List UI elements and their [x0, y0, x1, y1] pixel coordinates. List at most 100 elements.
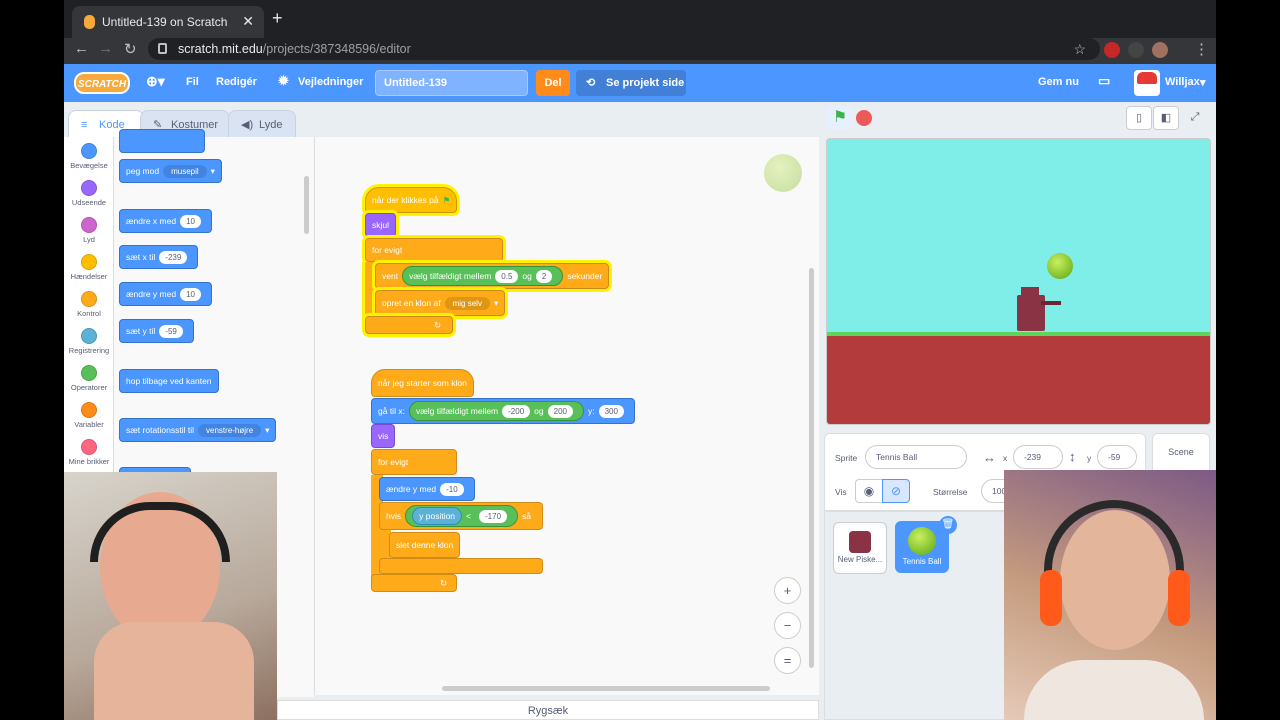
show-eye-icon[interactable]: ◉ [855, 479, 883, 503]
block-dropdown[interactable]: mig selv [444, 296, 490, 310]
wait-block[interactable]: vent vælg tilfældigt mellem 0.5 og 2 sekund… [375, 263, 610, 289]
y-position-reporter[interactable]: y position [412, 507, 463, 525]
block-dropdown[interactable]: venstre-højre [198, 423, 262, 437]
folder-icon[interactable]: ▭ [1098, 73, 1110, 89]
menu-file[interactable]: Fil [186, 76, 199, 88]
category-looks[interactable]: Udseende [64, 180, 114, 207]
tab-sounds[interactable]: ◀) Lyde [228, 110, 296, 138]
trash-icon[interactable]: 🗑 [939, 516, 957, 534]
scratch-logo[interactable]: SCRATCH [74, 72, 130, 94]
user-avatar[interactable] [1134, 70, 1160, 96]
bookmark-star-icon[interactable]: ☆ [1073, 38, 1086, 60]
fullscreen-icon[interactable]: ⤢ [1182, 106, 1208, 130]
palette-rotation-style[interactable]: sæt rotationsstil til venstre-højre ▾ [119, 418, 277, 442]
less-than-block[interactable]: y position < -170 [405, 505, 519, 527]
backpack-bar[interactable]: Rygsæk [277, 700, 819, 720]
share-button[interactable]: Del [536, 70, 570, 96]
block-input[interactable]: 0.5 [495, 269, 519, 283]
project-title-input[interactable]: Untitled-139 [375, 70, 528, 96]
category-dot [81, 254, 97, 270]
category-sound[interactable]: Lyd [64, 217, 114, 244]
extension-icon[interactable] [1128, 42, 1144, 58]
palette-set-x[interactable]: sæt x til -239 [119, 245, 199, 269]
block-label: slet denne klon [396, 540, 454, 550]
reload-icon[interactable]: ↻ [124, 40, 137, 58]
green-flag-button[interactable]: ⚑ [828, 106, 852, 130]
change-y-block[interactable]: ændre y med -10 [379, 477, 475, 501]
category-control[interactable]: Kontrol [64, 291, 114, 318]
sprite-name-field[interactable]: Tennis Ball [865, 445, 967, 469]
globe-icon[interactable]: ⊕▾ [146, 73, 165, 90]
category-operators[interactable]: Operatorer [64, 365, 114, 392]
x-position-field[interactable]: -239 [1013, 445, 1063, 469]
palette-block-partial[interactable] [119, 129, 205, 153]
menu-tutorials[interactable]: Vejledninger [298, 76, 363, 88]
random-block[interactable]: vælg tilfældigt mellem 0.5 og 2 [402, 266, 564, 286]
random-block[interactable]: vælg tilfældigt mellem -200 og 200 [408, 401, 584, 421]
category-variables[interactable]: Variabler [64, 402, 114, 429]
small-stage-button[interactable]: ▯ [1126, 106, 1152, 130]
back-arrow-icon[interactable]: ← [74, 40, 89, 57]
palette-bounce[interactable]: hop tilbage ved kanten [119, 369, 219, 393]
browser-menu-icon[interactable]: ⋮ [1194, 40, 1209, 58]
palette-scrollbar[interactable] [304, 176, 309, 234]
stop-button[interactable] [856, 110, 872, 126]
workspace-v-scrollbar[interactable] [809, 268, 814, 668]
block-dropdown[interactable]: musepil [163, 164, 207, 178]
palette-change-y[interactable]: ændre y med 10 [119, 282, 212, 306]
palette-point-towards[interactable]: peg mod musepil ▾ [119, 159, 222, 183]
delete-clone-block[interactable]: slet denne klon [389, 532, 461, 558]
tab-close-icon[interactable]: ✕ [242, 13, 254, 30]
block-input[interactable]: -10 [440, 482, 464, 496]
y-position-field[interactable]: -59 [1097, 445, 1137, 469]
category-events[interactable]: Hændelser [64, 254, 114, 281]
goto-xy-block[interactable]: gå til x: vælg tilfældigt mellem -200 og 20… [371, 398, 635, 424]
profile-avatar-icon[interactable] [1152, 42, 1168, 58]
category-my-blocks[interactable]: Mine brikker [64, 439, 114, 466]
when-flag-clicked-block[interactable]: når der klikkes på ⚑ [365, 187, 458, 213]
chevron-down-icon[interactable]: ▾ [1200, 76, 1206, 89]
zoom-reset-button[interactable]: = [774, 647, 801, 674]
block-label: for evigt [378, 457, 409, 467]
block-input[interactable]: -200 [502, 404, 531, 418]
block-input[interactable]: 200 [547, 404, 573, 418]
browser-tab[interactable]: Untitled-139 on Scratch ✕ [72, 6, 264, 38]
palette-set-y[interactable]: sæt y til -59 [119, 319, 194, 343]
hide-block[interactable]: skjul [365, 213, 397, 237]
workspace-h-scrollbar[interactable] [442, 686, 770, 691]
zoom-in-button[interactable]: + [774, 577, 801, 604]
username[interactable]: Willjax [1165, 76, 1200, 88]
category-motion[interactable]: Bevægelse [64, 143, 114, 170]
tennis-ball-sprite[interactable] [1047, 253, 1073, 279]
block-input[interactable]: 10 [180, 214, 201, 228]
forever-block[interactable]: for evigt [365, 238, 503, 262]
robot-sprite[interactable] [1017, 287, 1061, 331]
see-project-button[interactable]: ⟲ Se projekt side [576, 70, 686, 96]
create-clone-block[interactable]: opret en klon af mig selv ▾ [375, 290, 506, 316]
sprite-ghost-thumbnail [764, 154, 802, 192]
adblock-extension-icon[interactable] [1104, 42, 1120, 58]
block-input[interactable]: 2 [535, 269, 553, 283]
show-block[interactable]: vis [371, 424, 396, 448]
new-tab-button[interactable]: + [272, 8, 283, 29]
menu-edit[interactable]: Redigér [216, 76, 257, 88]
palette-change-x[interactable]: ændre x med 10 [119, 209, 212, 233]
if-block[interactable]: hvis y position < -170 så [379, 502, 543, 530]
block-input[interactable]: -239 [159, 250, 188, 264]
hide-eye-icon[interactable]: ⊘ [882, 479, 910, 503]
category-sensing[interactable]: Registrering [64, 328, 114, 355]
normal-stage-button[interactable]: ◧ [1153, 106, 1179, 130]
zoom-out-button[interactable]: − [774, 612, 801, 639]
address-bar[interactable]: scratch.mit.edu/projects/387348596/edito… [148, 38, 1100, 60]
block-input[interactable]: -59 [159, 324, 183, 338]
forever-block[interactable]: for evigt [371, 449, 457, 475]
forward-arrow-icon[interactable]: → [98, 40, 113, 57]
sprite-thumb-robot[interactable]: New Piske... [833, 522, 887, 574]
block-label: vælg tilfældigt mellem [409, 271, 492, 281]
save-now-button[interactable]: Gem nu [1038, 76, 1079, 88]
stage-canvas[interactable] [826, 138, 1211, 425]
block-input[interactable]: 10 [180, 287, 201, 301]
when-start-as-clone-block[interactable]: når jeg starter som klon [371, 369, 474, 397]
block-input[interactable]: 300 [598, 404, 624, 418]
block-input[interactable]: -170 [479, 509, 508, 523]
